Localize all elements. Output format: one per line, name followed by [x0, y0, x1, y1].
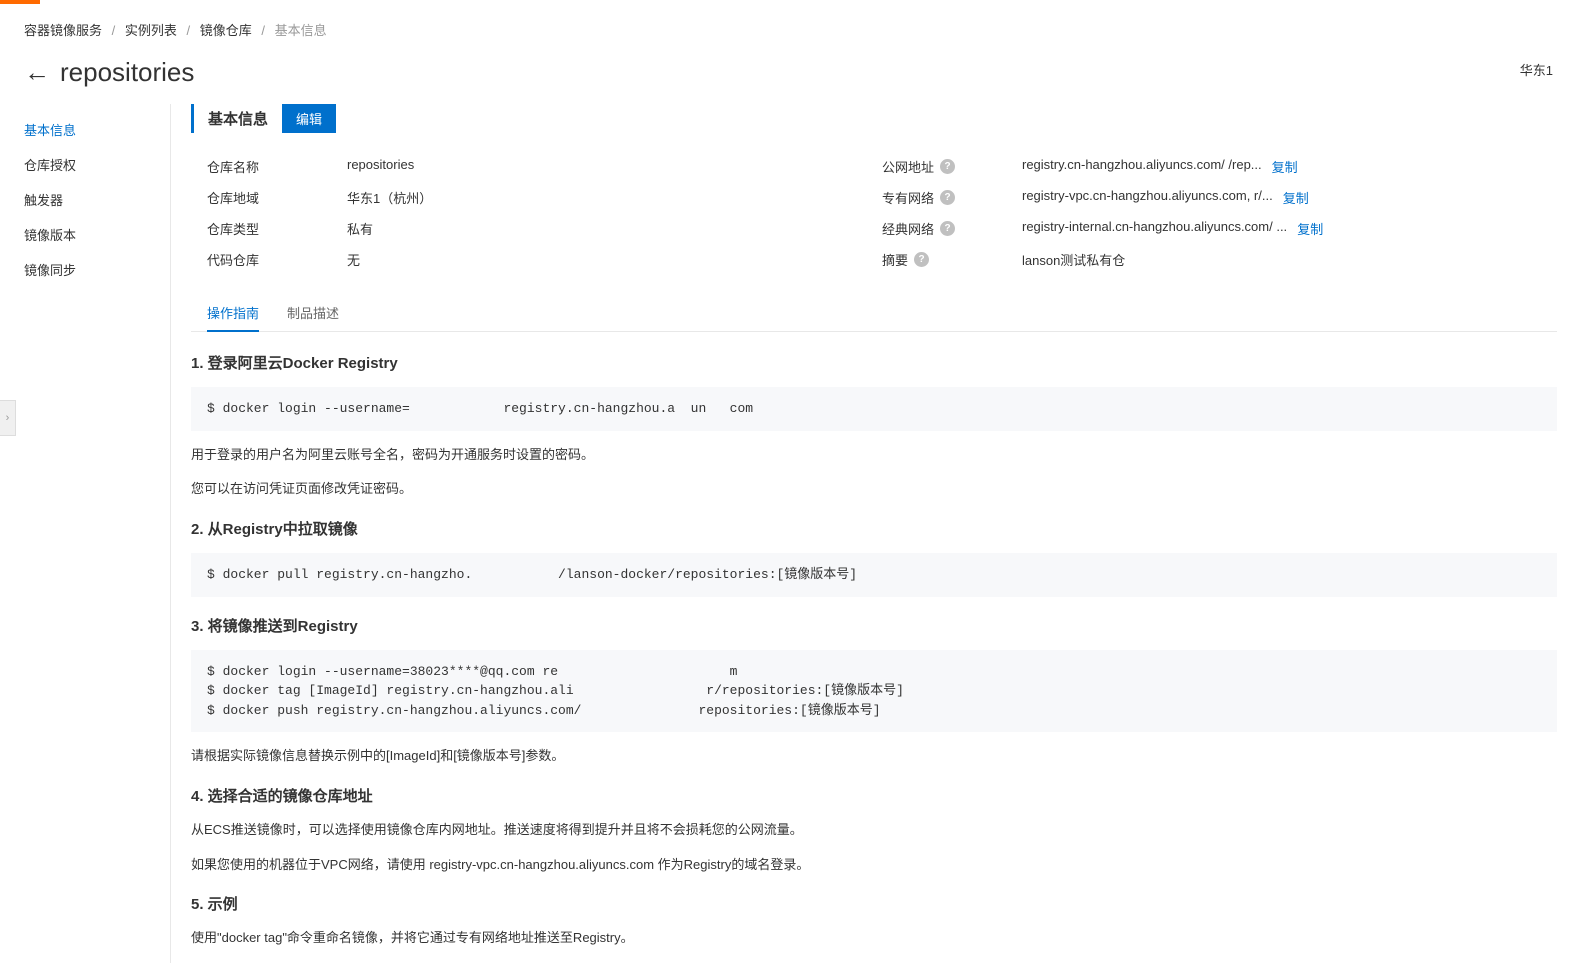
back-arrow-icon[interactable]: ← — [24, 57, 50, 88]
info-label: 公网地址 ? — [882, 157, 1022, 176]
breadcrumb-sep: / — [261, 23, 265, 38]
guide-text: 请根据实际镜像信息替换示例中的[ImageId]和[镜像版本号]参数。 — [191, 746, 1557, 767]
info-row: 摘要 ? lanson测试私有仓 — [882, 244, 1557, 275]
info-label: 摘要 ? — [882, 250, 1022, 269]
section-title: 基本信息 — [208, 108, 268, 129]
copy-link[interactable]: 复制 — [1272, 157, 1298, 176]
page-title: repositories — [60, 57, 194, 88]
sidebar-item-trigger[interactable]: 触发器 — [20, 182, 170, 217]
expand-handle-icon[interactable]: › — [0, 400, 16, 436]
info-label: 经典网络 ? — [882, 219, 1022, 238]
copy-link[interactable]: 复制 — [1283, 188, 1309, 207]
guide-text: 如果您使用的机器位于VPC网络，请使用 registry-vpc.cn-hang… — [191, 855, 1557, 876]
guide-text: 您可以在访问凭证页面修改凭证密码。 — [191, 479, 1557, 500]
info-value: registry-vpc.cn-hangzhou.aliyuncs.com, r… — [1022, 188, 1273, 207]
sidebar-item-basic[interactable]: 基本信息 — [20, 112, 170, 147]
breadcrumb-current: 基本信息 — [275, 23, 327, 38]
sidebar-item-version[interactable]: 镜像版本 — [20, 217, 170, 252]
breadcrumb-sep: / — [112, 23, 116, 38]
info-value: 华东1（杭州） — [347, 188, 882, 207]
help-icon[interactable]: ? — [940, 159, 955, 174]
guide-section: 1. 登录阿里云Docker Registry $ docker login -… — [191, 352, 1557, 949]
info-value: registry.cn-hangzhou.aliyuncs.com/ /rep.… — [1022, 157, 1262, 176]
guide-heading: 5. 示例 — [191, 893, 1557, 914]
breadcrumb: 容器镜像服务 / 实例列表 / 镜像仓库 / 基本信息 — [0, 4, 1577, 49]
tab-description[interactable]: 制品描述 — [287, 295, 339, 331]
info-value: lanson测试私有仓 — [1022, 250, 1557, 269]
info-value: 无 — [347, 250, 882, 269]
sidebar-item-sync[interactable]: 镜像同步 — [20, 252, 170, 287]
code-block: $ docker login --username=38023****@qq.c… — [191, 650, 1557, 733]
breadcrumb-item[interactable]: 镜像仓库 — [200, 23, 252, 38]
info-label: 仓库名称 — [207, 157, 347, 176]
info-value: registry-internal.cn-hangzhou.aliyuncs.c… — [1022, 219, 1287, 238]
breadcrumb-item[interactable]: 容器镜像服务 — [24, 23, 102, 38]
info-value: 私有 — [347, 219, 882, 238]
info-label: 仓库地域 — [207, 188, 347, 207]
guide-heading: 3. 将镜像推送到Registry — [191, 615, 1557, 636]
guide-heading: 4. 选择合适的镜像仓库地址 — [191, 785, 1557, 806]
info-label: 专有网络 ? — [882, 188, 1022, 207]
info-row: 公网地址 ? registry.cn-hangzhou.aliyuncs.com… — [882, 151, 1557, 182]
guide-text: 使用"docker tag"命令重命名镜像，并将它通过专有网络地址推送至Regi… — [191, 928, 1557, 949]
guide-text: 用于登录的用户名为阿里云账号全名，密码为开通服务时设置的密码。 — [191, 445, 1557, 466]
info-value: repositories — [347, 157, 882, 176]
main-content: 基本信息 编辑 仓库名称 repositories 仓库地域 华东1（杭州） 仓… — [170, 104, 1557, 963]
help-icon[interactable]: ? — [940, 221, 955, 236]
edit-button[interactable]: 编辑 — [282, 104, 336, 133]
info-row: 专有网络 ? registry-vpc.cn-hangzhou.aliyuncs… — [882, 182, 1557, 213]
code-block: $ docker login --username= registry.cn-h… — [191, 387, 1557, 431]
sidebar: 基本信息 仓库授权 触发器 镜像版本 镜像同步 — [20, 104, 170, 963]
info-row: 代码仓库 无 — [207, 244, 882, 275]
info-label: 代码仓库 — [207, 250, 347, 269]
tab-guide[interactable]: 操作指南 — [207, 295, 259, 332]
tabs: 操作指南 制品描述 — [191, 295, 1557, 332]
info-row: 仓库名称 repositories — [207, 151, 882, 182]
help-icon[interactable]: ? — [914, 252, 929, 267]
info-row: 经典网络 ? registry-internal.cn-hangzhou.ali… — [882, 213, 1557, 244]
info-label: 仓库类型 — [207, 219, 347, 238]
breadcrumb-item[interactable]: 实例列表 — [125, 23, 177, 38]
copy-link[interactable]: 复制 — [1297, 219, 1323, 238]
sidebar-item-auth[interactable]: 仓库授权 — [20, 147, 170, 182]
guide-heading: 1. 登录阿里云Docker Registry — [191, 352, 1557, 373]
code-block: $ docker pull registry.cn-hangzho. /lans… — [191, 553, 1557, 597]
guide-heading: 2. 从Registry中拉取镜像 — [191, 518, 1557, 539]
help-icon[interactable]: ? — [940, 190, 955, 205]
region-tag: 华东1 — [1520, 60, 1553, 79]
breadcrumb-sep: / — [187, 23, 191, 38]
info-row: 仓库类型 私有 — [207, 213, 882, 244]
info-row: 仓库地域 华东1（杭州） — [207, 182, 882, 213]
guide-text: 从ECS推送镜像时，可以选择使用镜像仓库内网地址。推送速度将得到提升并且将不会损… — [191, 820, 1557, 841]
